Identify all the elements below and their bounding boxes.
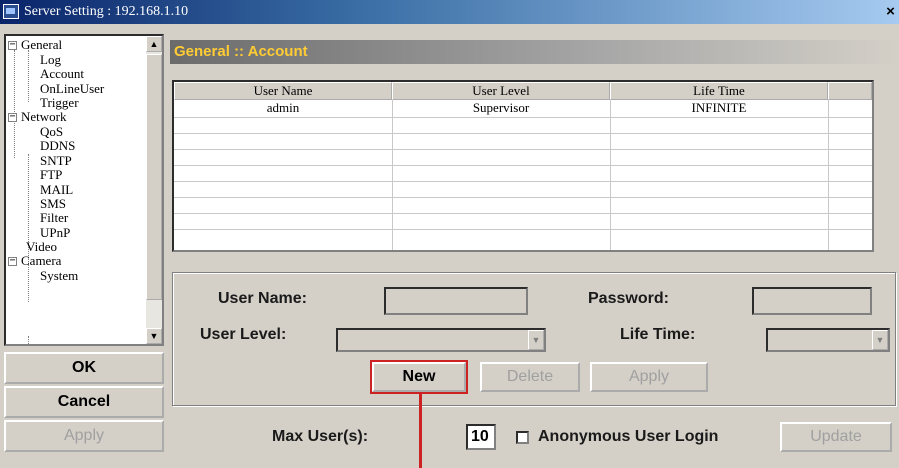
tree-connector	[14, 50, 15, 158]
grid-line	[828, 100, 829, 250]
life-time-select[interactable]: ▼	[766, 328, 890, 352]
scroll-thumb[interactable]	[146, 54, 162, 300]
tree-item-account[interactable]: Account	[40, 67, 84, 81]
tree-item-ddns[interactable]: DDNS	[40, 139, 75, 153]
user-table[interactable]: User Name User Level Life Time admin Sup…	[172, 80, 874, 252]
tree-connector	[28, 154, 29, 302]
max-users-input[interactable]: 10	[466, 424, 496, 450]
update-button[interactable]: Update	[780, 422, 892, 452]
tree-item-log[interactable]: Log	[40, 53, 61, 67]
chevron-down-icon[interactable]: ▼	[872, 330, 888, 350]
max-users-label: Max User(s):	[272, 428, 369, 445]
app-icon	[3, 4, 19, 19]
column-header-blank[interactable]	[828, 82, 872, 100]
apply-button[interactable]: Apply	[4, 420, 164, 452]
grid-line	[174, 117, 872, 118]
settings-tree[interactable]: − General Log Account OnLineUser Trigger…	[4, 34, 164, 346]
grid-line	[174, 149, 872, 150]
tree-connector	[28, 336, 29, 344]
grid-line	[174, 197, 872, 198]
tree-item-trigger[interactable]: Trigger	[40, 96, 79, 110]
tree-item-video[interactable]: Video	[26, 240, 57, 254]
grid-line	[610, 100, 611, 250]
tree-connector	[28, 50, 29, 102]
grid-line	[174, 181, 872, 182]
grid-line	[392, 100, 393, 250]
tree-item-ftp[interactable]: FTP	[40, 168, 62, 182]
column-header-life-time[interactable]: Life Time	[610, 82, 828, 100]
collapse-icon[interactable]: −	[8, 256, 17, 266]
tree-scrollbar[interactable]: ▲ ▼	[145, 36, 162, 344]
table-cell-user-name[interactable]: admin	[174, 100, 392, 116]
tree-item-system[interactable]: System	[40, 269, 78, 283]
delete-button[interactable]: Delete	[480, 362, 580, 392]
grid-line	[174, 213, 872, 214]
anonymous-login-label: Anonymous User Login	[538, 428, 719, 445]
column-header-user-name[interactable]: User Name	[174, 82, 392, 100]
tree-item-sntp[interactable]: SNTP	[40, 154, 72, 168]
grid-line	[174, 229, 872, 230]
window-title: Server Setting : 192.168.1.10	[24, 4, 189, 19]
tree-item-filter[interactable]: Filter	[40, 211, 68, 225]
tree-item-upnp[interactable]: UPnP	[40, 226, 70, 240]
password-label: Password:	[588, 290, 669, 307]
password-input[interactable]	[752, 287, 872, 315]
life-time-label: Life Time:	[620, 326, 696, 343]
user-name-input[interactable]	[384, 287, 528, 315]
section-header: General :: Account	[170, 40, 899, 64]
section-title: General :: Account	[174, 43, 308, 60]
anonymous-login-checkbox[interactable]	[516, 431, 529, 444]
collapse-icon[interactable]: −	[8, 40, 17, 50]
collapse-icon[interactable]: −	[8, 112, 17, 122]
ok-button[interactable]: OK	[4, 352, 164, 384]
chevron-down-icon[interactable]: ▼	[528, 330, 544, 350]
close-icon[interactable]: ×	[882, 4, 899, 20]
column-header-user-level[interactable]: User Level	[392, 82, 610, 100]
grid-line	[174, 133, 872, 134]
table-cell-life-time[interactable]: INFINITE	[610, 100, 828, 116]
scroll-down-icon[interactable]: ▼	[146, 328, 162, 344]
tree-item-onlineuser[interactable]: OnLineUser	[40, 82, 104, 96]
grid-line	[174, 165, 872, 166]
new-button-highlight	[370, 360, 468, 394]
tree-item-qos[interactable]: QoS	[40, 125, 63, 139]
callout-pointer	[419, 394, 422, 468]
tree-item-mail[interactable]: MAIL	[40, 183, 73, 197]
form-apply-button[interactable]: Apply	[590, 362, 708, 392]
tree-item-sms[interactable]: SMS	[40, 197, 66, 211]
user-level-select[interactable]: ▼	[336, 328, 546, 352]
scroll-up-icon[interactable]: ▲	[146, 36, 162, 52]
cancel-button[interactable]: Cancel	[4, 386, 164, 418]
table-cell-user-level[interactable]: Supervisor	[392, 100, 610, 116]
user-name-label: User Name:	[218, 290, 307, 307]
user-level-label: User Level:	[200, 326, 287, 343]
window-title-bar: Server Setting : 192.168.1.10 ×	[0, 0, 899, 24]
